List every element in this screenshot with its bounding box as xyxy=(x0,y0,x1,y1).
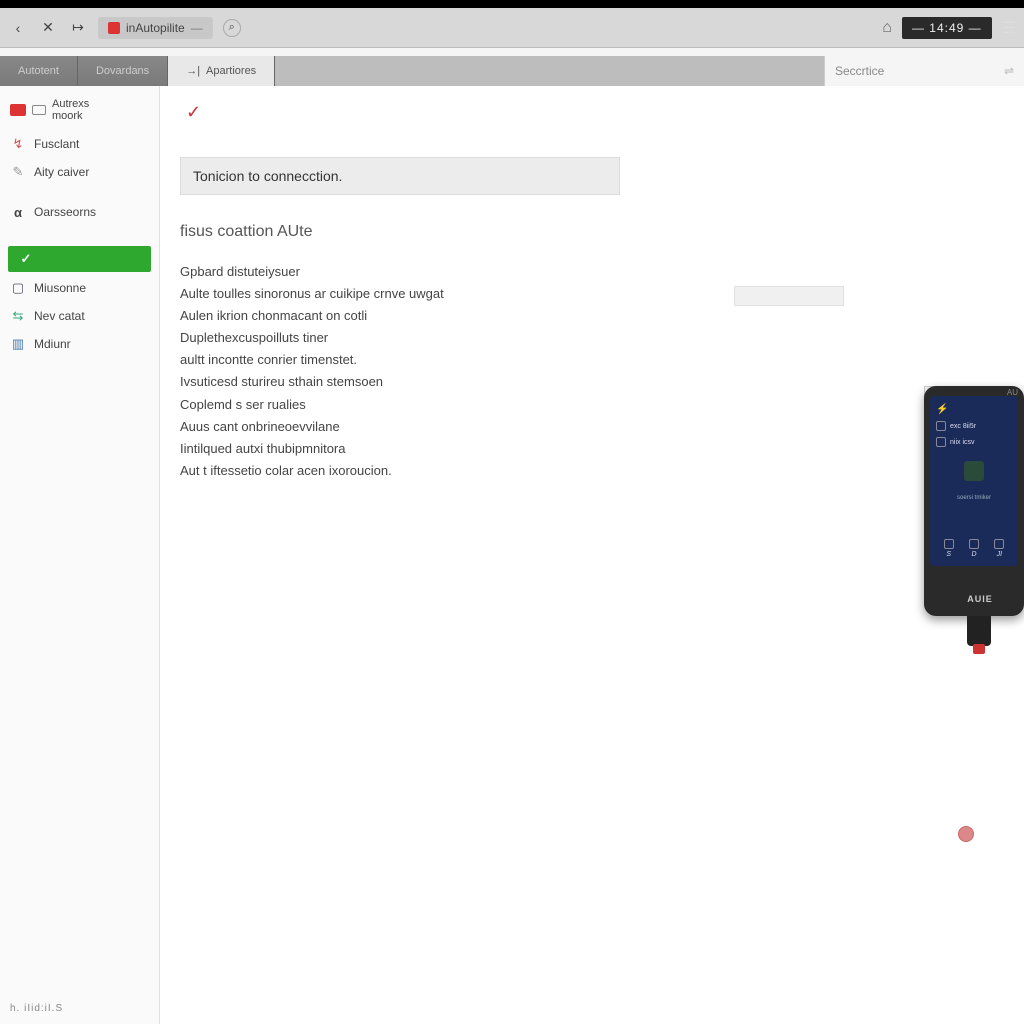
content-area: ✓ Tonicion to connecction. fisus coattio… xyxy=(160,86,1024,1024)
breadcrumb[interactable]: →| Apartiores xyxy=(168,56,275,86)
body-text: Gpbard distuteiysuer Aulte toulles sinor… xyxy=(180,261,1004,482)
status-dot-icon xyxy=(958,826,974,842)
menu-icon[interactable]: ☰ xyxy=(1002,18,1016,38)
device-preview: AU ⚡ exc 8ii5r niix icsv soersi tmiker S… xyxy=(924,386,1024,716)
close-icon[interactable]: ✕ xyxy=(38,18,58,38)
tab-label: inAutopilite xyxy=(126,21,185,35)
forward-icon[interactable]: ↦ xyxy=(68,18,88,38)
sidebar-item-active[interactable]: ✓ xyxy=(8,246,151,272)
sidebar-item-nev[interactable]: ⇆ Nev catat xyxy=(0,302,159,330)
app-logo-icon xyxy=(108,22,120,34)
footer-text: h. iIid:iI.S xyxy=(10,1003,63,1014)
pencil-icon: ✎ xyxy=(10,164,26,180)
status-check-icon: ✓ xyxy=(180,98,1004,127)
swap-icon: ⇆ xyxy=(10,308,26,324)
device-btn-3: JI xyxy=(994,539,1004,558)
device-top-label: AU xyxy=(1007,388,1018,397)
window-tab[interactable]: inAutopilite — xyxy=(98,17,213,39)
alpha-icon: α xyxy=(10,204,26,220)
row-icon xyxy=(936,437,946,447)
back-icon[interactable]: ‹ xyxy=(8,18,28,38)
sidebar-item-mius[interactable]: ▢ Miusonne xyxy=(0,274,159,302)
section-title: fisus coattion AUte xyxy=(180,223,1004,241)
sidebar-item-aity[interactable]: ✎ Aity caiver xyxy=(0,158,159,186)
clock: — 14:49 — xyxy=(902,17,992,39)
device-btn-1: S xyxy=(944,539,954,558)
tab-auto[interactable]: Autotent xyxy=(0,56,78,86)
connection-header: Tonicion to connecction. xyxy=(180,157,620,195)
tab-dov[interactable]: Dovardans xyxy=(78,56,168,86)
book-icon: ▥ xyxy=(10,336,26,352)
sidebar: Autrexs moork ↯ Fusclant ✎ Aity caiver α… xyxy=(0,86,160,1024)
search-box[interactable]: Seccrtice ⇌ xyxy=(824,56,1024,86)
brand-logo-icon xyxy=(10,104,26,116)
filter-icon: ⇌ xyxy=(1004,64,1014,78)
tabs-row: Autotent Dovardans →| Apartiores Seccrti… xyxy=(0,56,1024,86)
chevron-right-icon: →| xyxy=(186,65,200,77)
center-icon xyxy=(964,461,984,481)
bolt-icon: ⚡ xyxy=(936,404,948,415)
search-icon[interactable]: ⌕ xyxy=(223,19,241,37)
sidebar-item-mdiunr[interactable]: ▥ Mdiunr xyxy=(0,330,159,358)
sidebar-item-oars[interactable]: α Oarsseorns xyxy=(0,198,159,226)
titlebar: ‹ ✕ ↦ inAutopilite — ⌕ ⌂ — 14:49 — ☰ xyxy=(0,8,1024,48)
wrench-icon: ↯ xyxy=(10,136,26,152)
row-icon xyxy=(936,421,946,431)
device-btn-2: D xyxy=(969,539,979,558)
monitor-icon: ▢ xyxy=(10,280,26,296)
tab-close-icon[interactable]: — xyxy=(191,21,203,35)
device-plug xyxy=(967,616,991,646)
device-brand: AUIE xyxy=(930,594,1024,604)
video-icon xyxy=(32,105,46,115)
sidebar-brand[interactable]: Autrexs moork xyxy=(0,90,159,130)
sidebar-item-fusclant[interactable]: ↯ Fusclant xyxy=(0,130,159,158)
check-icon: ✓ xyxy=(18,251,34,267)
input-placeholder[interactable] xyxy=(734,286,844,306)
home-icon[interactable]: ⌂ xyxy=(882,19,892,37)
